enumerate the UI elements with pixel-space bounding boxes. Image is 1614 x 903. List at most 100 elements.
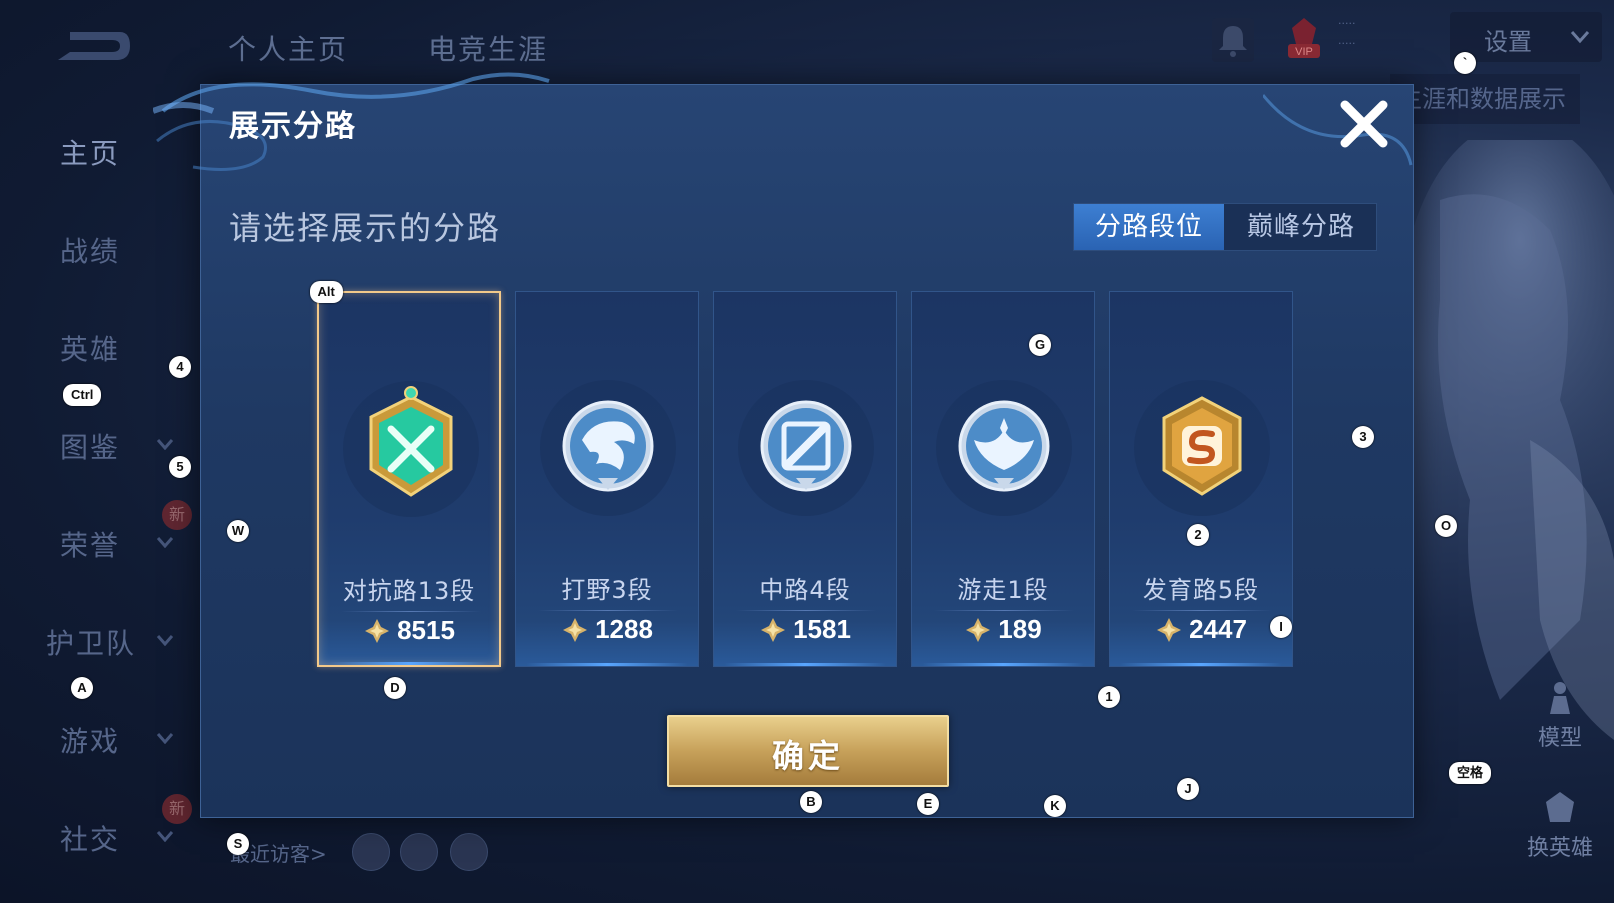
clash-lane-emblem-icon [343, 381, 479, 517]
sidebar-item-label: 游戏 [60, 725, 121, 758]
settings-label: 设置 [1484, 28, 1532, 56]
sidebar-item-honor[interactable]: 荣誉 新 [0, 500, 195, 572]
lane-points-value: 189 [998, 614, 1042, 644]
points-diamond-icon [966, 617, 991, 642]
roam-wings-emblem-icon [936, 380, 1072, 516]
avatar[interactable] [400, 833, 438, 871]
keyboard-hint-badge: ` [1454, 52, 1476, 74]
back-arrow-icon[interactable] [50, 22, 132, 70]
points-diamond-icon [761, 617, 786, 642]
chevron-down-icon [156, 537, 174, 548]
lane-points: 1288 [516, 614, 698, 662]
lane-points-value: 1581 [793, 614, 851, 644]
keyboard-hint-badge: Alt [309, 281, 343, 303]
sidebar-item-records[interactable]: 战绩 [0, 218, 195, 278]
divider [736, 610, 876, 611]
keyboard-hint-badge: 3 [1352, 426, 1374, 448]
sidebar-item-label: 主页 [60, 137, 121, 170]
tab-peak-lane[interactable]: 巅峰分路 [1226, 204, 1376, 250]
chevron-down-icon [156, 635, 174, 646]
keyboard-hint-badge: 5 [169, 456, 191, 478]
lane-card-list: 对抗路13段 8515 打野3段 1288 中路4段 1581 游走1段 189… [317, 291, 1297, 671]
divider [538, 610, 678, 611]
person-model-icon [1550, 682, 1570, 714]
tab-lane-rank[interactable]: 分路段位 [1074, 204, 1224, 250]
avatar[interactable] [352, 833, 390, 871]
points-diamond-icon [365, 618, 390, 643]
chevron-down-icon [1570, 31, 1590, 44]
lane-card-jungle[interactable]: 打野3段 1288 [515, 291, 699, 667]
top-bar: 个人主页 电竞生涯 VIP ····· ····· 设置 生涯和数据展示 [0, 0, 1614, 124]
lane-card-name: 游走1段 [957, 576, 1049, 604]
lane-points: 8515 [319, 615, 499, 663]
lane-points: 1581 [714, 614, 896, 662]
lane-card-name: 发育路5段 [1142, 576, 1260, 604]
tab-esports-career[interactable]: 电竞生涯 [428, 28, 548, 68]
lane-display-dialog: 展示分路 请选择展示的分路 分路段位 巅峰分路 对抗路13段 8515 打野3段… [153, 72, 1414, 818]
keyboard-hint-badge: S [227, 833, 249, 855]
keyboard-hint-badge: E [917, 793, 939, 815]
sidebar-item-heroes[interactable]: 英雄 [0, 316, 195, 376]
keyboard-hint-badge: J [1177, 778, 1199, 800]
switch-hero-icon [1546, 792, 1574, 822]
keyboard-hint-badge: G [1029, 334, 1051, 356]
sidebar-item-label: 战绩 [60, 235, 121, 268]
vip-icon[interactable]: VIP [1282, 14, 1326, 62]
close-icon[interactable] [1337, 97, 1391, 151]
model-label: 模型 [1537, 726, 1582, 751]
lane-card-name: 打野3段 [561, 576, 653, 604]
jungle-dragon-emblem-icon [540, 380, 676, 516]
mid-lane-emblem-icon [738, 380, 874, 516]
keyboard-hint-badge: W [227, 520, 249, 542]
sidebar-item-games[interactable]: 游戏 [0, 708, 195, 768]
keyboard-hint-badge: I [1270, 616, 1292, 638]
sidebar-item-label: 护卫队 [46, 627, 137, 660]
lane-points: 189 [912, 614, 1094, 662]
points-diamond-icon [563, 617, 588, 642]
select-lane-prompt: 请选择展示的分路 [229, 209, 502, 247]
switch-hero-label: 换英雄 [1526, 836, 1593, 861]
sidebar-item-home[interactable]: 主页 [0, 120, 195, 180]
chevron-down-icon [156, 831, 174, 842]
data-display-button[interactable]: 生涯和数据展示 [1390, 74, 1580, 124]
switch-hero-button[interactable]: 换英雄 [1520, 790, 1600, 862]
sidebar-item-label: 图鉴 [60, 431, 121, 464]
sidebar-item-guard-team[interactable]: 护卫队 [0, 610, 195, 670]
avatar[interactable] [450, 833, 488, 871]
divider [341, 611, 481, 612]
lane-card-clash[interactable]: 对抗路13段 8515 [317, 291, 501, 667]
sidebar-item-label: 社交 [60, 823, 121, 856]
keyboard-hint-badge: A [71, 677, 93, 699]
sidebar-item-label: 荣誉 [60, 529, 121, 562]
dialog-title: 展示分路 [229, 109, 357, 144]
lane-points-value: 8515 [397, 615, 455, 645]
tab-personal-home[interactable]: 个人主页 [228, 28, 348, 68]
divider [934, 610, 1074, 611]
confirm-label: 确定 [771, 737, 844, 775]
lane-tabs: 分路段位 巅峰分路 [1073, 203, 1377, 251]
lane-card-mid[interactable]: 中路4段 1581 [713, 291, 897, 667]
lane-points-value: 2447 [1189, 614, 1247, 644]
model-button[interactable]: 模型 [1520, 680, 1600, 752]
divider [1132, 610, 1272, 611]
keyboard-hint-badge: D [384, 677, 406, 699]
svg-text:VIP: VIP [1295, 46, 1313, 58]
sidebar: 主页 战绩 英雄 图鉴 荣誉 新 护卫队 游戏 社交 新 [0, 110, 195, 903]
points-diamond-icon [1157, 617, 1182, 642]
hero-illustration [1400, 140, 1614, 740]
keyboard-hint-badge: 2 [1187, 524, 1209, 546]
new-badge: 新 [162, 500, 192, 530]
sidebar-item-label: 英雄 [60, 333, 121, 366]
sidebar-item-codex[interactable]: 图鉴 [0, 414, 195, 474]
farm-lane-emblem-icon [1134, 380, 1270, 516]
keyboard-hint-badge: B [800, 791, 822, 813]
lane-card-farm[interactable]: 发育路5段 2447 [1109, 291, 1293, 667]
lane-points-value: 1288 [595, 614, 653, 644]
bell-icon[interactable] [1212, 18, 1254, 62]
lane-card-roam[interactable]: 游走1段 189 [911, 291, 1095, 667]
confirm-button[interactable]: 确定 [667, 715, 949, 787]
sidebar-item-social[interactable]: 社交 新 [0, 794, 195, 866]
keyboard-hint-badge: 空格 [1449, 762, 1492, 784]
lane-card-name: 中路4段 [759, 576, 851, 604]
keyboard-hint-badge: O [1435, 515, 1457, 537]
